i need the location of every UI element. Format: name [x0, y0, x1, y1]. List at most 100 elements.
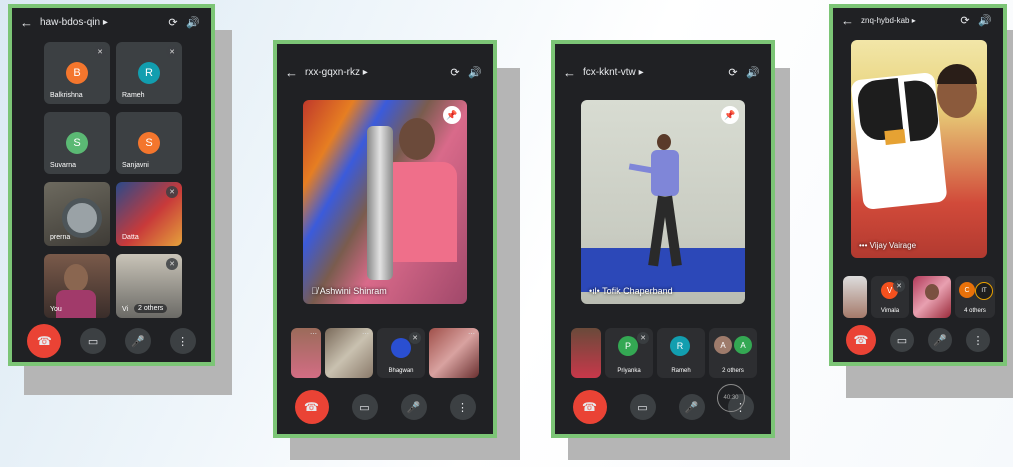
- mic-off-icon: ✕: [166, 258, 178, 270]
- phone-4: ← znq-hybd-kab ▸ ⟳ 🔊 ••• Vijay Vairage V…: [829, 4, 1007, 366]
- speaker-icon[interactable]: 🔊: [183, 16, 203, 29]
- back-arrow-icon[interactable]: ←: [563, 65, 583, 80]
- participant-name: Datta: [122, 234, 139, 241]
- end-call-button[interactable]: ☎: [27, 324, 62, 358]
- end-call-button[interactable]: ☎: [572, 390, 607, 424]
- participant-tile[interactable]: R Rameh ✕: [116, 42, 182, 104]
- others-count: 4 others: [964, 308, 986, 314]
- strip-tile[interactable]: P ✕ Priyanka: [605, 328, 653, 378]
- video-toggle-button[interactable]: ▭: [351, 394, 378, 420]
- participant-tile[interactable]: S Sanjavni: [116, 112, 182, 174]
- recording-timer: 40:30: [717, 384, 745, 412]
- mic-off-icon: ✕: [893, 280, 905, 292]
- status-bar: [277, 44, 493, 52]
- more-options-button[interactable]: ⋮: [169, 328, 196, 354]
- participant-name: Sanjavni: [122, 162, 149, 169]
- meeting-code[interactable]: rxx-gqxn-rkz ▸: [305, 67, 445, 78]
- others-tile[interactable]: Vi 2 others ✕: [116, 254, 182, 318]
- avatar: S: [66, 132, 88, 154]
- avatar: A: [714, 336, 732, 354]
- call-controls: ☎ ▭ 🎤 ⋮: [12, 320, 211, 362]
- meeting-code[interactable]: haw-bdos-qin ▸: [40, 17, 163, 28]
- avatar: C: [959, 282, 975, 298]
- participant-tile[interactable]: B Balkrishna ✕: [44, 42, 110, 104]
- participant-name: prerna: [50, 234, 71, 241]
- top-bar: ← fcx-kknt-vtw ▸ ⟳ 🔊: [555, 58, 771, 86]
- others-count: 2 others: [134, 304, 168, 313]
- mic-off-icon: ✕: [409, 332, 421, 344]
- camera-flip-icon[interactable]: ⟳: [163, 16, 183, 29]
- participant-name: Rameh: [671, 368, 691, 374]
- strip-tile[interactable]: ✕ Bhagwan: [377, 328, 425, 378]
- speaker-icon[interactable]: 🔊: [465, 66, 485, 79]
- end-call-button[interactable]: ☎: [846, 325, 876, 355]
- participant-name: Suvarna: [50, 162, 77, 169]
- strip-tile[interactable]: [843, 276, 867, 318]
- strip-tile[interactable]: [571, 328, 601, 378]
- mic-toggle-button[interactable]: 🎤: [124, 328, 151, 354]
- camera-flip-icon[interactable]: ⟳: [723, 66, 743, 79]
- participant-name: Vi: [122, 306, 129, 313]
- phone-1: ← haw-bdos-qin ▸ ⟳ 🔊 B Balkrishna ✕ R Ra…: [8, 4, 215, 366]
- avatar: A: [734, 336, 752, 354]
- participant-video-tile[interactable]: prerna: [44, 182, 110, 246]
- video-toggle-button[interactable]: ▭: [890, 328, 914, 352]
- others-count: 2 others: [722, 368, 744, 374]
- end-call-button[interactable]: ☎: [294, 390, 329, 424]
- strip-tile[interactable]: ⋯: [291, 328, 321, 378]
- main-video[interactable]: ••• Vijay Vairage: [851, 40, 987, 258]
- mic-off-icon: ✕: [637, 332, 649, 344]
- more-options-button[interactable]: ⋮: [966, 328, 990, 352]
- call-controls: ☎ ▭ 🎤 ⋮: [833, 318, 1003, 362]
- camera-flip-icon[interactable]: ⟳: [445, 66, 465, 79]
- phone-2: ← rxx-gqxn-rkz ▸ ⟳ 🔊 📌 🎙̸ Ashwini Shinra…: [273, 40, 497, 438]
- status-bar: [555, 44, 771, 52]
- strip-tile[interactable]: R Rameh: [657, 328, 705, 378]
- phone-3: ← fcx-kknt-vtw ▸ ⟳ 🔊 📌 •ıl• Tofik Chaper…: [551, 40, 775, 438]
- pin-icon[interactable]: 📌: [443, 106, 461, 124]
- mic-toggle-button[interactable]: 🎤: [678, 394, 705, 420]
- more-icon: ⋯: [468, 331, 475, 338]
- back-arrow-icon[interactable]: ←: [285, 65, 305, 80]
- avatar: R: [138, 62, 160, 84]
- main-participant-name: ••• Vijay Vairage: [859, 241, 917, 250]
- camera-flip-icon[interactable]: ⟳: [955, 14, 975, 27]
- mic-toggle-button[interactable]: 🎤: [400, 394, 427, 420]
- main-video[interactable]: 📌 •ıl• Tofik Chaperband: [581, 100, 745, 304]
- main-participant-name: •ıl• Tofik Chaperband: [589, 286, 673, 296]
- participant-name: Balkrishna: [50, 92, 83, 99]
- strip-tile[interactable]: ⋯: [429, 328, 479, 378]
- avatar: P: [618, 336, 638, 356]
- participant-name: Bhagwan: [388, 368, 414, 374]
- participant-name: Vimala: [880, 308, 900, 314]
- call-controls: ☎ ▭ 🎤 ⋮: [277, 380, 493, 434]
- participant-name: Priyanka: [617, 368, 641, 374]
- back-arrow-icon[interactable]: ←: [841, 13, 861, 28]
- video-toggle-button[interactable]: ▭: [80, 328, 107, 354]
- others-tile[interactable]: A A 2 others: [709, 328, 757, 378]
- back-arrow-icon[interactable]: ←: [20, 15, 40, 30]
- participant-tile[interactable]: S Suvarna: [44, 112, 110, 174]
- top-bar: ← znq-hybd-kab ▸ ⟳ 🔊: [833, 8, 1003, 32]
- participant-name: Rameh: [122, 92, 145, 99]
- others-tile[interactable]: C IT 4 others: [955, 276, 995, 318]
- speaker-icon[interactable]: 🔊: [975, 14, 995, 27]
- strip-tile[interactable]: [913, 276, 951, 318]
- strip-tile[interactable]: V ✕ Vimala: [871, 276, 909, 318]
- participant-video-tile[interactable]: Datta ✕: [116, 182, 182, 246]
- more-options-button[interactable]: ⋮: [449, 394, 476, 420]
- mic-off-icon: ✕: [94, 46, 106, 58]
- mic-toggle-button[interactable]: 🎤: [928, 328, 952, 352]
- speaker-icon[interactable]: 🔊: [743, 66, 763, 79]
- avatar: B: [66, 62, 88, 84]
- self-video-tile[interactable]: You: [44, 254, 110, 318]
- top-bar: ← haw-bdos-qin ▸ ⟳ 🔊: [12, 8, 211, 36]
- main-video[interactable]: 📌 🎙̸ Ashwini Shinram: [303, 100, 467, 304]
- top-bar: ← rxx-gqxn-rkz ▸ ⟳ 🔊: [277, 58, 493, 86]
- meeting-code[interactable]: znq-hybd-kab ▸: [861, 16, 955, 25]
- meeting-code[interactable]: fcx-kknt-vtw ▸: [583, 67, 723, 78]
- more-icon: ⋯: [362, 331, 369, 338]
- strip-tile[interactable]: ⋯: [325, 328, 373, 378]
- pin-icon[interactable]: 📌: [721, 106, 739, 124]
- video-toggle-button[interactable]: ▭: [629, 394, 656, 420]
